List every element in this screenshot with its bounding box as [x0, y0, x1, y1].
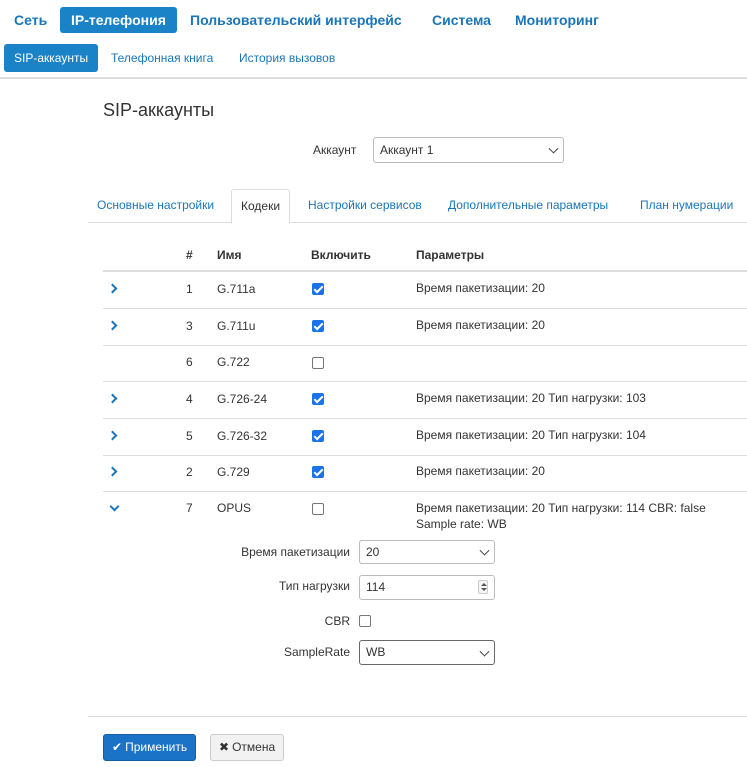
- payload-value: 114: [366, 580, 386, 594]
- col-params: Параметры: [416, 248, 485, 262]
- table-row: 5 G.726-32 Время пакетизации: 20 Тип наг…: [103, 420, 747, 456]
- samplerate-value: WB: [366, 645, 386, 659]
- codec-num: 1: [186, 282, 193, 296]
- subnav-sip-accounts[interactable]: SIP-аккаунты: [4, 44, 99, 72]
- tab-codecs[interactable]: Кодеки: [231, 189, 291, 224]
- codec-name: G.729: [217, 465, 250, 479]
- codec-params[interactable]: Время пакетизации: 20: [416, 281, 545, 295]
- col-enable: Включить: [311, 248, 371, 262]
- codec-num: 3: [186, 319, 193, 333]
- codec-name: G.711a: [217, 282, 256, 296]
- check-icon: ✔: [112, 740, 123, 754]
- codec-enable-checkbox[interactable]: [312, 503, 324, 515]
- codec-params-line2[interactable]: Sample rate: WB: [416, 517, 507, 531]
- codec-params[interactable]: Время пакетизации: 20: [416, 318, 545, 332]
- subnav-phonebook[interactable]: Телефонная книга: [103, 44, 221, 72]
- cancel-button[interactable]: ✖ Отмена: [210, 734, 285, 761]
- chevron-down-icon: [479, 646, 490, 657]
- codec-params[interactable]: Время пакетизации: 20 Тип нагрузки: 114 …: [416, 501, 706, 515]
- samplerate-select[interactable]: WB: [359, 640, 495, 665]
- apply-button[interactable]: ✔ Применить: [103, 734, 197, 761]
- expand-row-button[interactable]: [107, 319, 121, 331]
- table-row: 4 G.726-24 Время пакетизации: 20 Тип наг…: [103, 383, 747, 419]
- account-select[interactable]: Аккаунт 1: [373, 137, 564, 163]
- cbr-label: CBR: [324, 614, 350, 628]
- chevron-right-icon: [107, 430, 118, 441]
- codec-enable-checkbox[interactable]: [312, 357, 324, 369]
- ptime-value: 20: [366, 545, 380, 559]
- codec-name: G.726-24: [217, 392, 268, 406]
- table-row: 7 OPUS Время пакетизации: 20 Тип нагрузк…: [103, 493, 747, 537]
- codec-params[interactable]: Время пакетизации: 20 Тип нагрузки: 103: [416, 391, 646, 405]
- codec-name: G.722: [217, 355, 250, 369]
- cancel-button-label: Отмена: [232, 740, 276, 754]
- codec-params[interactable]: Время пакетизации: 20: [416, 464, 545, 478]
- col-name: Имя: [217, 248, 242, 262]
- table-row: 2 G.729 Время пакетизации: 20: [103, 457, 747, 492]
- nav-system[interactable]: Система: [426, 7, 497, 33]
- ptime-label: Время пакетизации: [241, 545, 350, 559]
- nav-network[interactable]: Сеть: [8, 7, 53, 33]
- payload-label: Тип нагрузки: [278, 579, 350, 593]
- codec-params[interactable]: Время пакетизации: 20 Тип нагрузки: 104: [416, 428, 646, 442]
- tab-advanced[interactable]: Дополнительные параметры: [439, 189, 617, 223]
- collapse-row-button[interactable]: [109, 501, 121, 514]
- nav-monitoring[interactable]: Мониторинг: [509, 7, 605, 33]
- codec-enable-checkbox[interactable]: [312, 393, 324, 405]
- nav-ip-telephony[interactable]: IP-телефония: [60, 7, 177, 33]
- expand-row-button[interactable]: [107, 392, 121, 404]
- codec-name: OPUS: [217, 501, 252, 515]
- subnav-call-history[interactable]: История вызовов: [231, 44, 343, 72]
- sub-navigation: SIP-аккаунты Телефонная книга История вы…: [0, 44, 747, 74]
- codec-enable-checkbox[interactable]: [312, 320, 324, 332]
- payload-stepper[interactable]: 114: [359, 575, 495, 600]
- codec-num: 7: [186, 501, 193, 515]
- expand-row-button[interactable]: [107, 282, 121, 294]
- chevron-right-icon: [107, 466, 118, 477]
- samplerate-label: SampleRate: [283, 645, 350, 659]
- tab-general[interactable]: Основные настройки: [88, 189, 223, 223]
- chevron-right-icon: [107, 393, 118, 404]
- table-row: 1 G.711a Время пакетизации: 20: [103, 273, 747, 309]
- chevron-right-icon: [107, 283, 118, 294]
- chevron-down-icon: [548, 143, 559, 154]
- ptime-select[interactable]: 20: [359, 540, 495, 564]
- account-label: Аккаунт: [313, 143, 357, 157]
- codec-num: 5: [186, 429, 193, 443]
- codec-enable-checkbox[interactable]: [312, 466, 324, 478]
- codec-enable-checkbox[interactable]: [312, 283, 324, 295]
- codec-num: 6: [186, 355, 193, 369]
- chevron-right-icon: [107, 320, 118, 331]
- codec-name: G.711u: [217, 319, 256, 333]
- account-select-value: Аккаунт 1: [380, 143, 434, 157]
- divider: [88, 716, 747, 717]
- chevron-down-icon: [109, 501, 120, 512]
- close-icon: ✖: [219, 740, 230, 754]
- tab-services[interactable]: Настройки сервисов: [299, 189, 431, 223]
- divider: [0, 77, 747, 79]
- codec-table-header: # Имя Включить Параметры: [103, 238, 747, 272]
- expand-row-button[interactable]: [107, 465, 121, 477]
- page-title: SIP-аккаунты: [103, 100, 215, 120]
- codec-num: 4: [186, 392, 193, 406]
- top-navigation: Сеть IP-телефония Пользовательский интер…: [0, 0, 747, 38]
- table-row: 6 G.722: [103, 347, 747, 382]
- tab-bar: Основные настройки Кодеки Настройки серв…: [88, 189, 747, 224]
- codec-name: G.726-32: [217, 429, 268, 443]
- apply-button-label: Применить: [125, 740, 188, 754]
- cbr-checkbox[interactable]: [359, 615, 371, 627]
- chevron-down-icon: [479, 545, 490, 556]
- col-num: #: [186, 248, 193, 262]
- nav-user-interface[interactable]: Пользовательский интерфейс: [184, 7, 408, 33]
- table-row: 3 G.711u Время пакетизации: 20: [103, 310, 747, 346]
- codec-num: 2: [186, 465, 193, 479]
- spinner-icon[interactable]: [478, 580, 488, 594]
- expand-row-button[interactable]: [107, 429, 121, 441]
- tab-dialplan[interactable]: План нумерации: [631, 189, 742, 223]
- codec-enable-checkbox[interactable]: [312, 430, 324, 442]
